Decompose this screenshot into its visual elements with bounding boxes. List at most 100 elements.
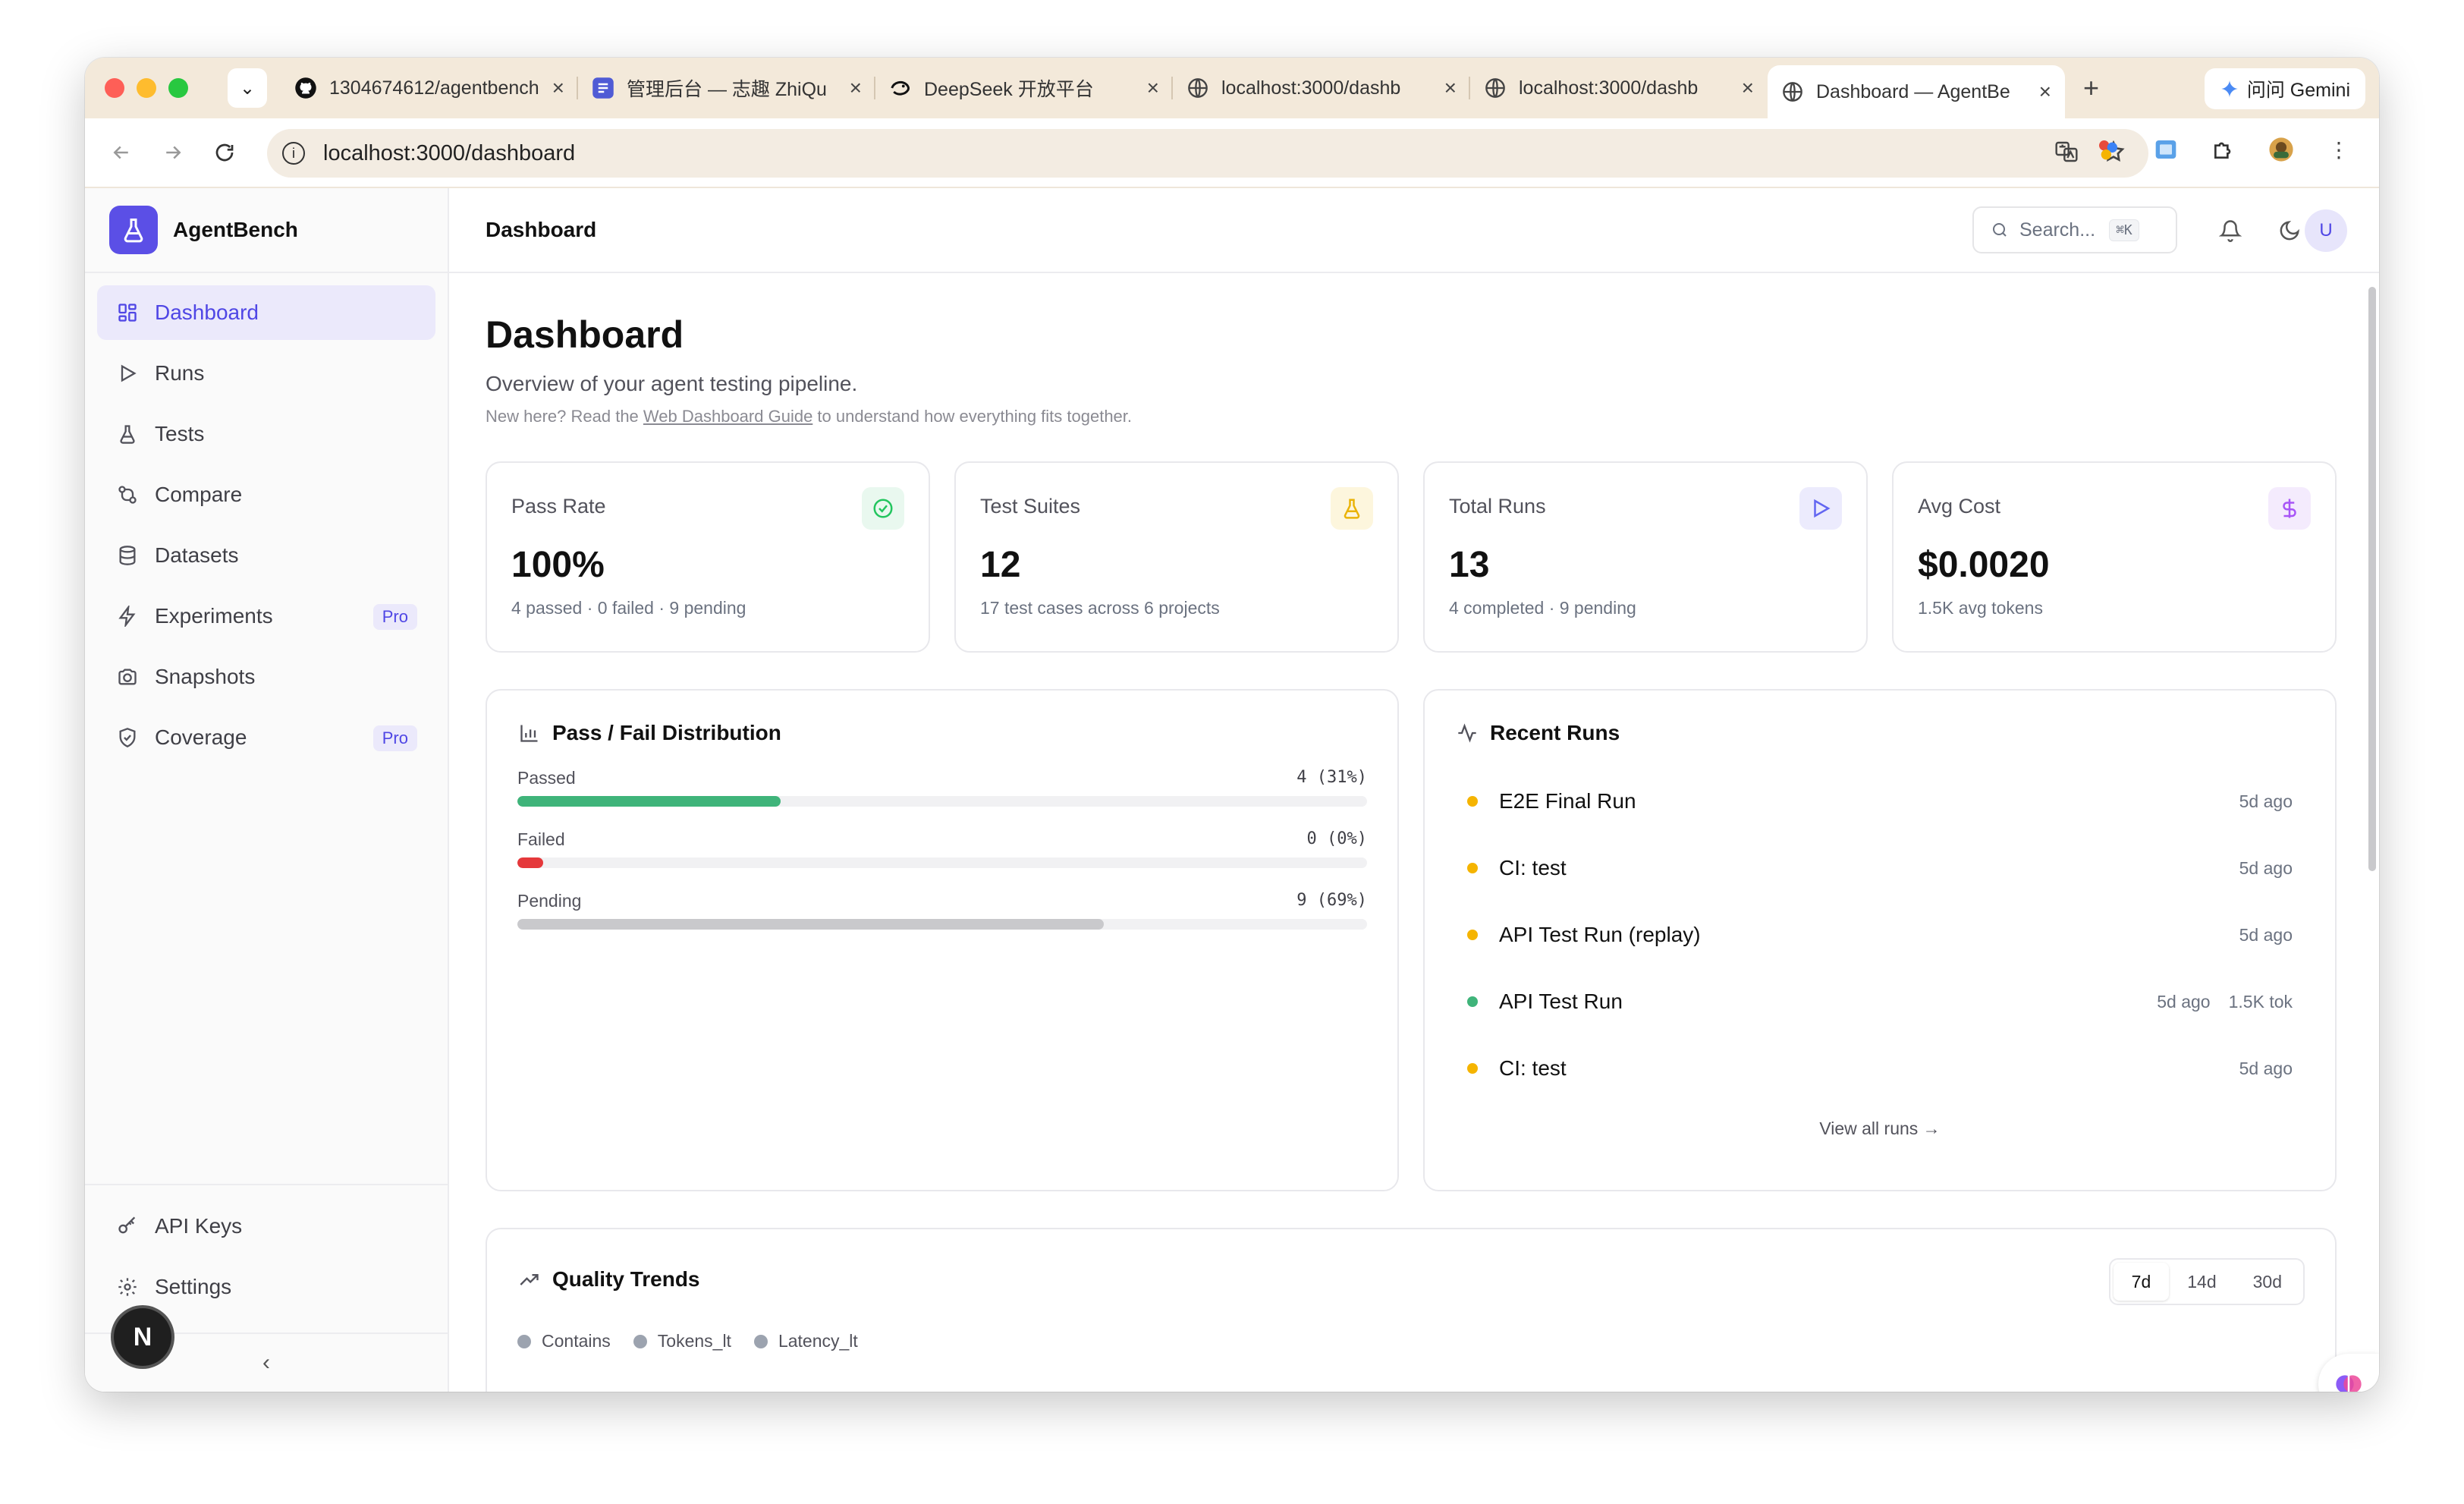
address-bar[interactable]: i localhost:3000/dashboard [267, 129, 2148, 178]
shield-icon [115, 725, 140, 750]
maximize-window-button[interactable] [168, 78, 188, 98]
theme-toggle-button[interactable] [2276, 217, 2303, 244]
runs-list: E2E Final Run 5d ago CI: test 5d ago API… [1455, 768, 2305, 1102]
sidebar-item-dashboard[interactable]: Dashboard [97, 285, 435, 340]
gear-icon [115, 1275, 140, 1299]
close-window-button[interactable] [105, 78, 124, 98]
menu-kebab-icon[interactable]: ⋮ [2326, 137, 2352, 162]
bar-percent: (69%) [1316, 891, 1367, 910]
sidebar-item-runs[interactable]: Runs [97, 346, 435, 401]
legend-item[interactable]: Contains [517, 1331, 611, 1351]
minimize-window-button[interactable] [137, 78, 156, 98]
page-breadcrumb: Dashboard [486, 218, 597, 241]
translate-icon[interactable] [2054, 140, 2079, 169]
browser-tab-active[interactable]: Dashboard — AgentBe × [1768, 65, 2065, 118]
sidebar-item-settings[interactable]: Settings [97, 1260, 435, 1314]
bar-count: 9 [1296, 891, 1307, 910]
flask-logo-icon [109, 206, 158, 254]
close-tab-icon[interactable]: × [850, 76, 862, 100]
new-tab-button[interactable]: + [2083, 72, 2099, 104]
run-list-item[interactable]: API Test Run 5d ago 1.5K tok [1455, 968, 2305, 1035]
close-tab-icon[interactable]: × [2039, 80, 2051, 104]
back-button[interactable] [106, 137, 137, 168]
sidebar-item-tests[interactable]: Tests [97, 407, 435, 461]
github-icon [294, 77, 317, 99]
search-input[interactable]: Search... ⌘K [1972, 206, 2177, 253]
tab-search-button[interactable]: ⌄ [228, 68, 267, 108]
run-time: 5d ago [2157, 991, 2211, 1012]
scrollbar[interactable] [2368, 287, 2376, 871]
quality-trends-card: Quality Trends 7d 14d 30d Contains Token… [486, 1228, 2337, 1392]
sidebar-item-experiments[interactable]: Experiments Pro [97, 589, 435, 643]
browser-tab[interactable]: localhost:3000/dashb × [1470, 65, 1768, 112]
run-name: API Test Run [1499, 990, 1623, 1013]
legend-item[interactable]: Tokens_lt [633, 1331, 731, 1351]
site-info-icon[interactable]: i [282, 142, 305, 165]
gemini-button[interactable]: 问问 Gemini [2204, 68, 2365, 109]
sidebar-item-datasets[interactable]: Datasets [97, 528, 435, 583]
legend-item[interactable]: Latency_lt [753, 1331, 858, 1351]
range-7d-button[interactable]: 7d [2113, 1263, 2170, 1301]
bell-icon [2219, 220, 2242, 242]
stat-description: 17 test cases across 6 projects [980, 598, 1220, 618]
pro-badge: Pro [372, 604, 417, 630]
run-name: CI: test [1499, 856, 1567, 879]
user-avatar[interactable]: U [2305, 209, 2347, 252]
tab-bar: ⌄ 1304674612/agentbench × 管理后台 — 志趣 ZhiQ… [85, 58, 2379, 118]
stat-card-total-runs: Total Runs 13 4 completed · 9 pending [1423, 461, 1868, 653]
progress-track [517, 919, 1367, 930]
extension-screenshot-icon[interactable] [2153, 137, 2179, 162]
close-tab-icon[interactable]: × [1147, 76, 1159, 100]
bar-percent: (31%) [1316, 768, 1367, 787]
legend-label: Latency_lt [778, 1331, 858, 1351]
activity-icon [1455, 721, 1479, 745]
extensions-puzzle-icon[interactable] [2211, 137, 2236, 162]
run-list-item[interactable]: E2E Final Run 5d ago [1455, 768, 2305, 835]
legend-dot [517, 1334, 531, 1348]
status-dot [1467, 863, 1478, 873]
sidebar-item-compare[interactable]: Compare [97, 467, 435, 522]
stat-label: Total Runs [1449, 495, 1546, 518]
sidebar-item-label: Snapshots [155, 665, 256, 688]
browser-tab[interactable]: 管理后台 — 志趣 ZhiQu × [578, 65, 875, 112]
guide-link[interactable]: Web Dashboard Guide [643, 407, 812, 426]
reload-button[interactable] [209, 137, 240, 168]
check-circle-icon [862, 487, 904, 530]
profile-avatar-icon[interactable] [2268, 137, 2294, 162]
close-tab-icon[interactable]: × [1742, 76, 1754, 100]
globe-icon [1781, 80, 1804, 103]
run-list-item[interactable]: API Test Run (replay) 5d ago [1455, 901, 2305, 968]
browser-tab[interactable]: localhost:3000/dashb × [1173, 65, 1470, 112]
extension-colorful-icon[interactable] [2095, 137, 2121, 162]
view-all-runs-link[interactable]: View all runs → [1455, 1119, 2305, 1139]
main-area: Dashboard Search... ⌘K U Dashboard Overv… [449, 188, 2379, 1392]
stat-description: 4 passed · 0 failed · 9 pending [511, 598, 746, 618]
brand[interactable]: AgentBench [85, 188, 448, 273]
run-name: API Test Run (replay) [1499, 923, 1701, 946]
run-list-item[interactable]: CI: test 5d ago [1455, 835, 2305, 901]
close-tab-icon[interactable]: × [1444, 76, 1457, 100]
forward-button[interactable] [158, 137, 188, 168]
run-list-item[interactable]: CI: test 5d ago [1455, 1035, 2305, 1102]
browser-tab[interactable]: 1304674612/agentbench × [281, 65, 578, 112]
tab-title: Dashboard — AgentBe [1816, 80, 2010, 102]
search-shortcut: ⌘K [2109, 219, 2139, 241]
stat-description: 1.5K avg tokens [1918, 598, 2043, 618]
sidebar-item-snapshots[interactable]: Snapshots [97, 650, 435, 704]
bar-label: Pending [517, 891, 582, 911]
range-30d-button[interactable]: 30d [2235, 1263, 2300, 1301]
close-tab-icon[interactable]: × [552, 76, 564, 100]
page-subtitle: Overview of your agent testing pipeline. [486, 372, 858, 395]
sidebar-item-label: Experiments [155, 604, 273, 628]
play-icon [1799, 487, 1842, 530]
nextjs-dev-badge[interactable]: N [114, 1308, 171, 1366]
gemini-label: 问问 Gemini [2246, 80, 2350, 101]
range-14d-button[interactable]: 14d [2169, 1263, 2234, 1301]
sidebar-item-coverage[interactable]: Coverage Pro [97, 710, 435, 765]
sidebar-item-api-keys[interactable]: API Keys [97, 1199, 435, 1254]
notifications-button[interactable] [2217, 217, 2244, 244]
stat-label: Test Suites [980, 495, 1081, 518]
browser-tab[interactable]: DeepSeek 开放平台 × [875, 65, 1173, 112]
stat-value: 13 [1449, 545, 1490, 585]
bar-chart-icon [517, 721, 542, 745]
